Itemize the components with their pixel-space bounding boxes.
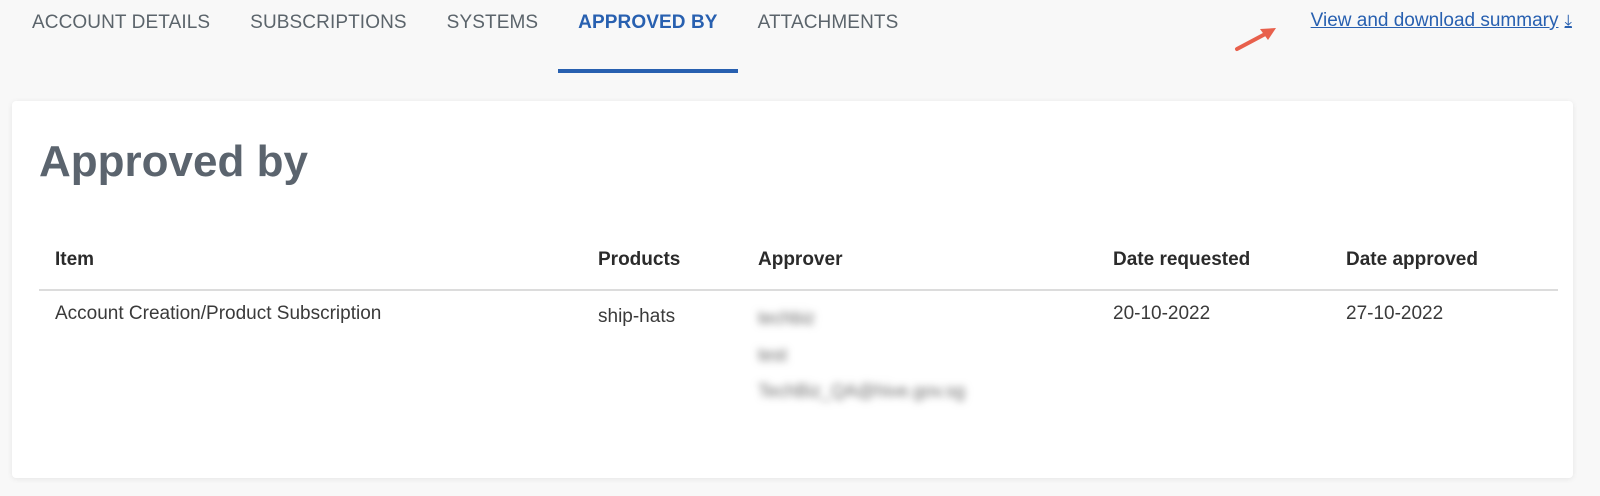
approved-by-card: Approved by Item Products Approver Date … [12, 101, 1573, 478]
table-header: Item Products Approver Date requested Da… [39, 239, 1558, 291]
tab-bar: ACCOUNT DETAILS SUBSCRIPTIONS SYSTEMS AP… [12, 0, 918, 73]
cell-products: ship-hats [598, 306, 676, 327]
annotation-arrow-icon [1235, 28, 1276, 51]
cell-approver-name: techbiz [758, 308, 816, 328]
page-title: Approved by [39, 137, 308, 186]
approvals-table: Item Products Approver Date requested Da… [39, 239, 1558, 421]
cell-approver-username: test [758, 345, 788, 365]
tab-systems[interactable]: SYSTEMS [427, 0, 559, 73]
cell-date-requested: 20-10-2022 [1113, 303, 1211, 324]
tab-attachments[interactable]: ATTACHMENTS [738, 0, 919, 73]
tab-account-details[interactable]: ACCOUNT DETAILS [12, 0, 230, 73]
column-header-date-approved: Date approved [1346, 249, 1478, 270]
view-download-summary-link[interactable]: View and download summary ⤓ [1311, 10, 1572, 32]
download-icon: ⤓ [1564, 11, 1572, 30]
cell-date-approved: 27-10-2022 [1346, 303, 1444, 324]
tab-subscriptions[interactable]: SUBSCRIPTIONS [230, 0, 427, 73]
column-header-approver: Approver [758, 249, 843, 270]
column-header-date-requested: Date requested [1113, 249, 1251, 270]
download-link-label: View and download summary [1310, 10, 1559, 31]
table-row: Account Creation/Product Subscription sh… [39, 291, 1558, 421]
column-header-products: Products [598, 249, 681, 270]
column-header-item: Item [55, 249, 95, 270]
cell-item: Account Creation/Product Subscription [55, 303, 382, 324]
cell-approver-email: TechBiz_QA@hive.gov.sg [758, 381, 966, 401]
tab-approved-by[interactable]: APPROVED BY [558, 0, 739, 73]
